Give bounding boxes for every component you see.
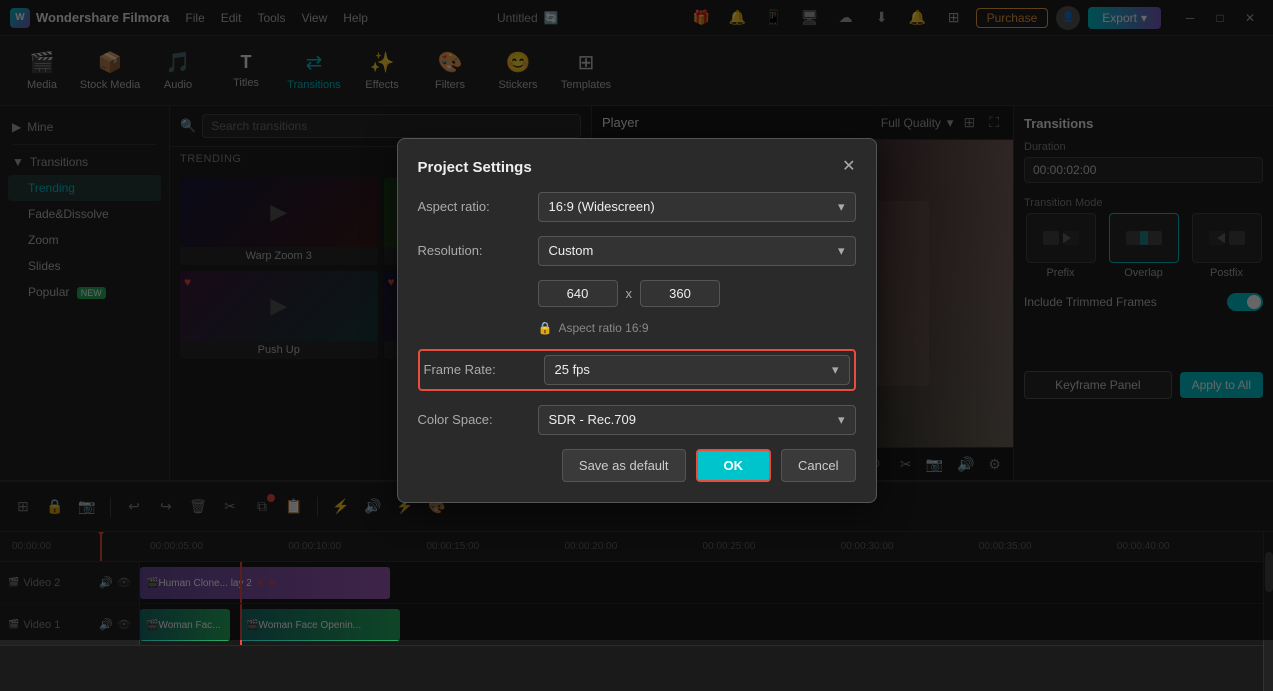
width-input[interactable] [538, 280, 618, 307]
color-space-label: Color Space: [418, 412, 538, 427]
dialog-overlay: Project Settings ✕ Aspect ratio: 16:9 (W… [0, 0, 1273, 640]
frame-rate-row: Frame Rate: 25 fps ▾ [418, 349, 856, 391]
dimensions-row: x [418, 280, 856, 307]
resolution-value: Custom [549, 243, 594, 258]
dialog-buttons: Save as default OK Cancel [418, 449, 856, 482]
dialog-close-button[interactable]: ✕ [842, 159, 855, 175]
color-space-select[interactable]: SDR - Rec.709 ▾ [538, 405, 856, 435]
aspect-note-text: Aspect ratio 16:9 [558, 321, 648, 335]
frame-rate-select[interactable]: 25 fps ▾ [544, 355, 850, 385]
project-settings-dialog: Project Settings ✕ Aspect ratio: 16:9 (W… [397, 138, 877, 503]
frame-rate-label: Frame Rate: [424, 362, 544, 377]
resolution-row: Resolution: Custom ▾ [418, 236, 856, 266]
dialog-title-text: Project Settings [418, 159, 532, 176]
dimensions-group: x [538, 280, 856, 307]
dialog-title-row: Project Settings ✕ [418, 159, 856, 176]
color-space-row: Color Space: SDR - Rec.709 ▾ [418, 405, 856, 435]
resolution-arrow: ▾ [838, 243, 845, 259]
save-default-button[interactable]: Save as default [562, 449, 686, 482]
aspect-note-row: 🔒 Aspect ratio 16:9 [538, 321, 856, 335]
cancel-button[interactable]: Cancel [781, 449, 855, 482]
lock-icon: 🔒 [538, 321, 553, 335]
resolution-label: Resolution: [418, 243, 538, 258]
aspect-ratio-row: Aspect ratio: 16:9 (Widescreen) ▾ [418, 192, 856, 222]
ok-button[interactable]: OK [696, 449, 772, 482]
height-input[interactable] [640, 280, 720, 307]
color-space-value: SDR - Rec.709 [549, 412, 636, 427]
color-space-arrow: ▾ [838, 412, 845, 428]
frame-rate-arrow: ▾ [832, 362, 839, 378]
aspect-ratio-arrow: ▾ [838, 199, 845, 215]
dimensions-x: x [626, 286, 633, 301]
frame-rate-value: 25 fps [555, 362, 590, 377]
aspect-ratio-label: Aspect ratio: [418, 199, 538, 214]
aspect-ratio-value: 16:9 (Widescreen) [549, 199, 655, 214]
resolution-select[interactable]: Custom ▾ [538, 236, 856, 266]
aspect-ratio-select[interactable]: 16:9 (Widescreen) ▾ [538, 192, 856, 222]
